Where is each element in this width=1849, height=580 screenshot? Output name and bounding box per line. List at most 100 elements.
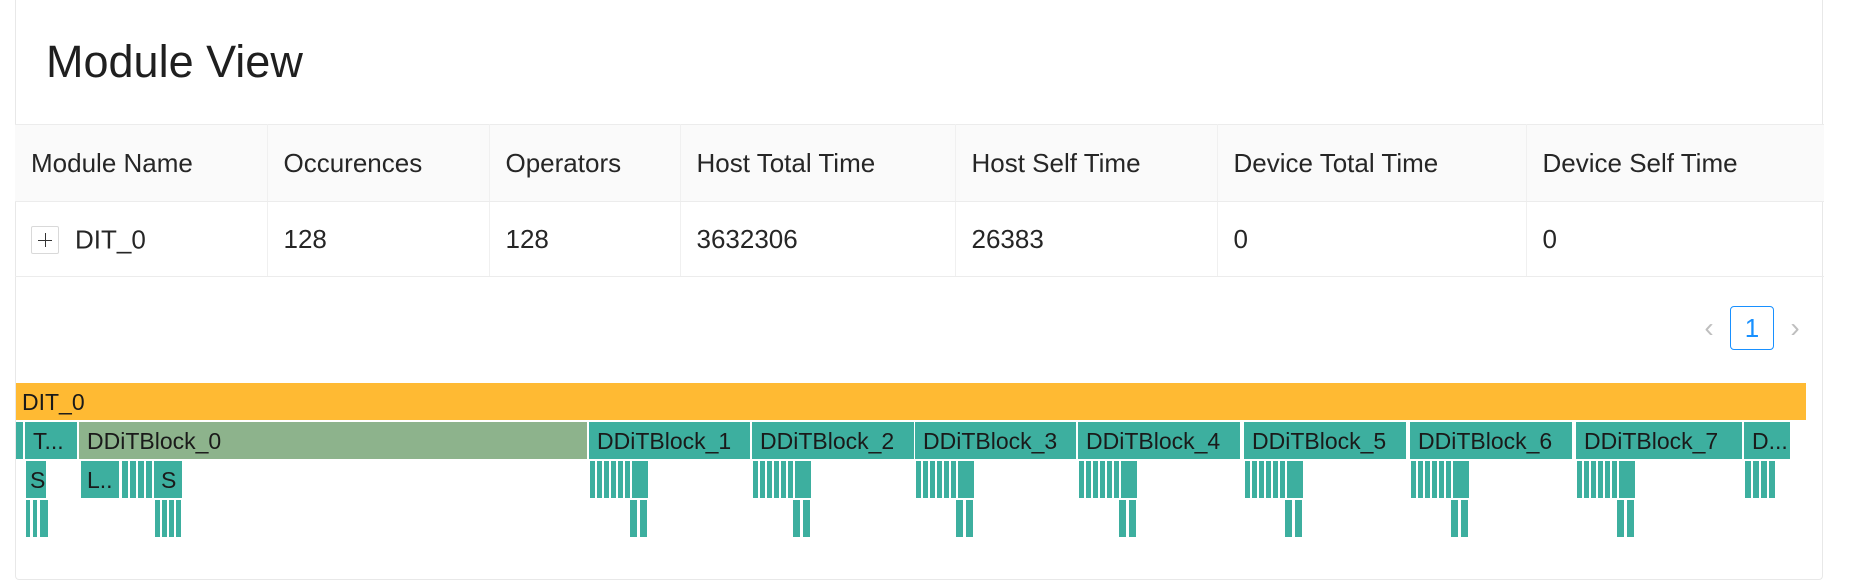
flame-frame[interactable] xyxy=(788,461,793,498)
flame-frame[interactable] xyxy=(1418,461,1423,498)
flame-frame[interactable] xyxy=(958,461,974,498)
flame-frame[interactable] xyxy=(795,461,811,498)
flame-frame[interactable] xyxy=(781,461,786,498)
flame-frame[interactable] xyxy=(1280,461,1285,498)
flame-frame[interactable] xyxy=(1753,461,1759,498)
flame-frame[interactable] xyxy=(1612,461,1617,498)
flame-frame[interactable] xyxy=(618,461,623,498)
flame-frame-root[interactable] xyxy=(16,383,1806,420)
flame-frame[interactable] xyxy=(1451,500,1458,537)
page-1-button[interactable]: 1 xyxy=(1730,306,1774,350)
flame-frame[interactable] xyxy=(760,461,765,498)
flame-frame[interactable] xyxy=(597,461,602,498)
flame-frame[interactable] xyxy=(640,500,647,537)
flame-frame[interactable] xyxy=(937,461,942,498)
flame-frame[interactable] xyxy=(1432,461,1437,498)
flame-frame[interactable] xyxy=(1100,461,1105,498)
flame-frame[interactable] xyxy=(33,500,37,537)
table-header-row: Module Name Occurences Operators Host To… xyxy=(15,124,1824,202)
expand-row-icon[interactable] xyxy=(31,225,59,254)
flame-frame[interactable] xyxy=(625,461,630,498)
flame-frame[interactable] xyxy=(122,461,128,498)
flame-frame[interactable] xyxy=(1461,500,1468,537)
flame-frame[interactable] xyxy=(632,461,648,498)
flame-frame[interactable] xyxy=(40,500,44,537)
flame-frame[interactable] xyxy=(1627,500,1634,537)
flame-frame[interactable] xyxy=(611,461,616,498)
flame-frame[interactable] xyxy=(1617,500,1624,537)
flame-frame[interactable] xyxy=(1285,500,1292,537)
flame-frame[interactable] xyxy=(916,461,921,498)
column-header-device-self-time[interactable]: Device Self Time xyxy=(1526,124,1824,202)
flame-frame[interactable] xyxy=(1266,461,1271,498)
flame-frame[interactable] xyxy=(169,500,174,537)
flame-frame[interactable] xyxy=(1114,461,1119,498)
flame-frame[interactable] xyxy=(1453,461,1469,498)
flame-frame[interactable] xyxy=(923,461,928,498)
flame-frame[interactable] xyxy=(1425,461,1430,498)
flame-frame[interactable] xyxy=(1259,461,1264,498)
flame-frame[interactable] xyxy=(130,461,136,498)
flame-frame[interactable] xyxy=(155,500,160,537)
flame-frame[interactable] xyxy=(1079,461,1084,498)
flame-frame[interactable] xyxy=(1745,461,1751,498)
flame-frame[interactable] xyxy=(16,422,23,459)
flame-frame[interactable] xyxy=(956,500,963,537)
flame-frame[interactable] xyxy=(966,500,973,537)
flame-frame[interactable] xyxy=(26,500,30,537)
flame-frame[interactable] xyxy=(162,500,167,537)
flame-frame[interactable] xyxy=(1107,461,1112,498)
flame-frame[interactable] xyxy=(1598,461,1603,498)
flame-frame-label: DDiTBlock_7 xyxy=(1584,428,1718,454)
flame-frame-label: DDiTBlock_0 xyxy=(87,428,221,454)
flame-frame[interactable] xyxy=(146,461,152,498)
flame-frame[interactable] xyxy=(1446,461,1451,498)
flame-frame[interactable] xyxy=(944,461,949,498)
flame-frame[interactable] xyxy=(803,500,810,537)
column-header-host-total-time[interactable]: Host Total Time xyxy=(680,124,956,202)
chevron-right-icon[interactable]: › xyxy=(1778,305,1812,351)
chevron-left-icon[interactable]: ‹ xyxy=(1692,305,1726,351)
flame-frame[interactable] xyxy=(1619,461,1635,498)
flame-frame[interactable] xyxy=(951,461,956,498)
flame-frame[interactable] xyxy=(767,461,772,498)
flame-frame[interactable] xyxy=(1761,461,1767,498)
column-header-module-name[interactable]: Module Name xyxy=(15,124,268,202)
flame-frame[interactable] xyxy=(1411,461,1416,498)
flame-frame[interactable] xyxy=(1287,461,1303,498)
column-header-operators[interactable]: Operators xyxy=(489,124,681,202)
flame-frame[interactable] xyxy=(753,461,758,498)
flame-frame[interactable] xyxy=(1273,461,1278,498)
flame-frame[interactable] xyxy=(1093,461,1098,498)
column-header-device-total-time[interactable]: Device Total Time xyxy=(1217,124,1527,202)
flame-frame[interactable] xyxy=(1121,461,1137,498)
flame-frame[interactable] xyxy=(590,461,595,498)
flame-frame[interactable] xyxy=(1086,461,1091,498)
flame-frame[interactable] xyxy=(1439,461,1444,498)
flame-frame-label: L.. xyxy=(87,467,113,493)
flame-frame[interactable] xyxy=(930,461,935,498)
flame-frame[interactable] xyxy=(176,500,181,537)
flame-frame-label: DDiTBlock_3 xyxy=(923,428,1057,454)
flame-frame[interactable] xyxy=(1769,461,1775,498)
column-header-host-self-time[interactable]: Host Self Time xyxy=(955,124,1218,202)
flame-frame[interactable] xyxy=(44,500,48,537)
flame-frame[interactable] xyxy=(1605,461,1610,498)
flame-frame[interactable] xyxy=(1245,461,1250,498)
flame-frame[interactable] xyxy=(630,500,637,537)
flame-frame[interactable] xyxy=(1577,461,1582,498)
pagination: ‹ 1 › xyxy=(1692,305,1812,351)
cell-device-self-time: 0 xyxy=(1526,201,1824,277)
flame-frame[interactable] xyxy=(1119,500,1126,537)
flame-frame[interactable] xyxy=(1129,500,1136,537)
flame-frame[interactable] xyxy=(774,461,779,498)
flame-frame[interactable] xyxy=(793,500,800,537)
column-header-occurences[interactable]: Occurences xyxy=(267,124,490,202)
flame-frame[interactable] xyxy=(1591,461,1596,498)
flame-frame[interactable] xyxy=(1584,461,1589,498)
flame-frame[interactable] xyxy=(1252,461,1257,498)
flame-frame[interactable] xyxy=(1295,500,1302,537)
flame-frame-label: DDiTBlock_6 xyxy=(1418,428,1552,454)
flame-frame[interactable] xyxy=(604,461,609,498)
flame-frame[interactable] xyxy=(138,461,144,498)
